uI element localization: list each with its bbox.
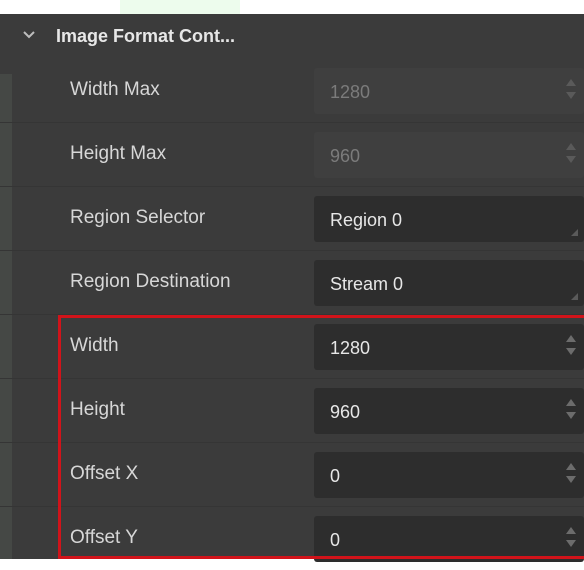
spin-up-icon [566,143,576,150]
spin-down-icon [566,92,576,99]
decorative-stripe [120,0,240,14]
param-row-width-max: Width Max 1280 [0,60,584,122]
highlight-box [58,315,584,559]
param-label: Region Selector [70,207,206,228]
spin-down-icon [566,156,576,163]
param-value: 960 [330,146,361,166]
dropdown-corner-icon[interactable] [571,293,578,300]
row-divider [0,186,584,187]
panel-header[interactable]: Image Format Cont... [0,14,584,60]
param-label: Width Max [70,79,160,100]
spinner-icon [566,79,576,103]
region-selector-combobox[interactable]: Region 0 [314,196,584,242]
height-max-field: 960 [314,132,584,178]
spin-up-icon [566,79,576,86]
param-row-region-destination: Region Destination Stream 0 [0,252,584,314]
spinner-icon [566,143,576,167]
param-label: Height Max [70,143,167,164]
top-strip [0,0,584,14]
param-row-height-max: Height Max 960 [0,124,584,186]
image-format-control-panel: Image Format Cont... Width Max 1280 Heig… [0,0,584,562]
region-destination-combobox[interactable]: Stream 0 [314,260,584,306]
param-value: 1280 [330,82,371,102]
row-divider [0,250,584,251]
param-value: Stream 0 [330,274,404,294]
row-divider [0,122,584,123]
param-row-region-selector: Region Selector Region 0 [0,188,584,250]
chevron-down-icon[interactable] [22,28,36,42]
param-label: Region Destination [70,271,231,292]
width-max-field: 1280 [314,68,584,114]
param-value: Region 0 [330,210,403,230]
panel-title: Image Format Cont... [56,26,236,46]
panel-body: Image Format Cont... Width Max 1280 Heig… [0,14,584,562]
dropdown-corner-icon[interactable] [571,229,578,236]
